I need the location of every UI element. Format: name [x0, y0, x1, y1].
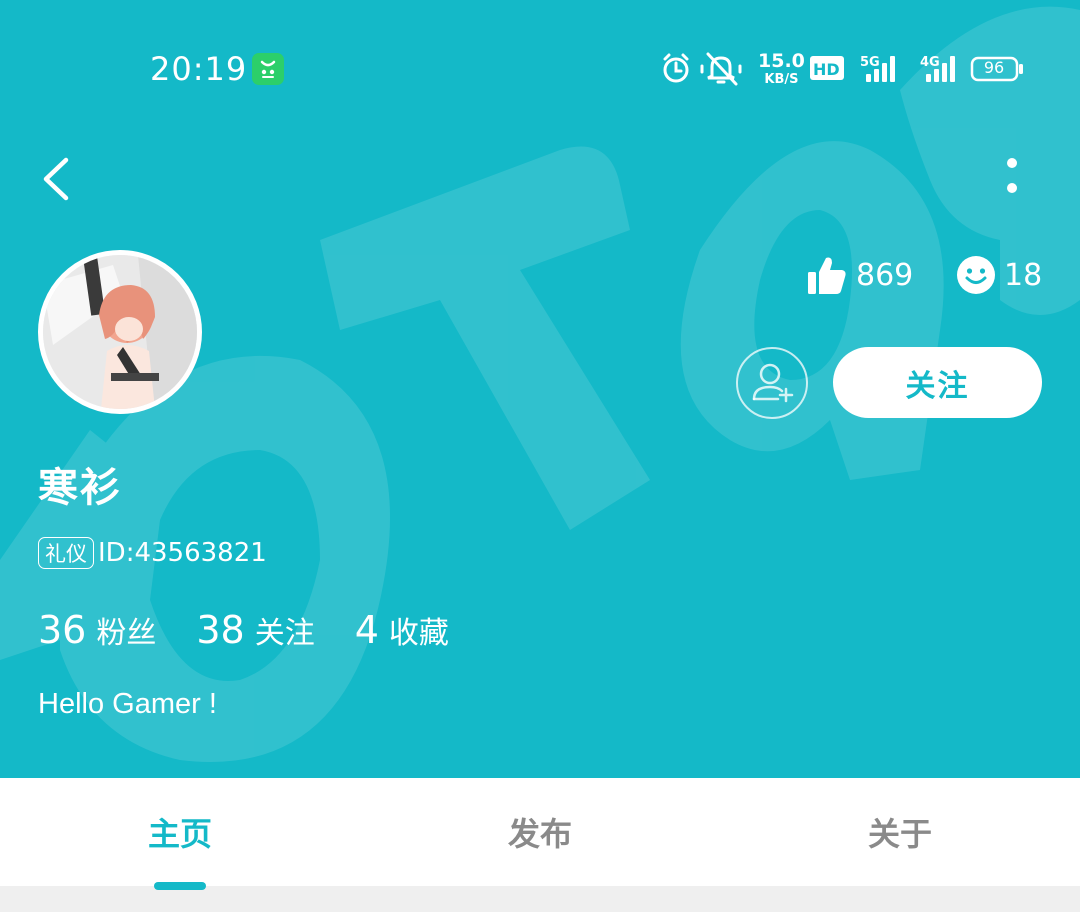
4g-signal-icon: 4G: [920, 55, 955, 82]
back-button[interactable]: [36, 150, 80, 208]
smiles-stat: 18: [956, 252, 1042, 298]
mute-icon: [700, 52, 742, 86]
likes-stat: 869: [806, 252, 913, 298]
more-options-button[interactable]: [995, 150, 1029, 210]
count-label: 关注: [254, 616, 315, 651]
more-vertical-icon: [1007, 158, 1017, 193]
follow-button[interactable]: 关注: [833, 347, 1042, 418]
follow-counts: 36 粉丝 38 关注 4 收藏: [38, 608, 489, 658]
favorites-count-item[interactable]: 4 收藏: [355, 608, 449, 652]
profile-tabbar: 主页 发布 关于: [0, 778, 1080, 886]
count-number: 4: [354, 608, 379, 652]
speed-value: 15.0: [758, 50, 805, 72]
user-id: ID:43563821: [98, 538, 267, 568]
user-tag-badge[interactable]: 礼仪: [38, 537, 94, 569]
likes-count: 869: [856, 257, 914, 293]
svg-text:5G: 5G: [860, 55, 880, 70]
count-number: 36: [38, 608, 87, 652]
chevron-left-icon: [43, 157, 69, 201]
avatar-image: [43, 255, 197, 409]
count-label: 粉丝: [96, 616, 157, 651]
svg-text:HD: HD: [813, 60, 840, 79]
status-time: 20:19: [150, 50, 248, 88]
5g-signal-icon: 5G: [860, 55, 895, 82]
network-speed: 15.0 KB/S: [758, 50, 805, 87]
tab-posts[interactable]: 发布: [360, 778, 720, 886]
user-tag-row: 礼仪 ID:43563821: [38, 536, 267, 570]
user-bio: Hello Gamer !: [38, 688, 217, 720]
username: 寒衫: [38, 465, 122, 511]
thumbs-up-icon: [808, 257, 846, 294]
active-tab-indicator: [154, 882, 206, 890]
add-friend-button[interactable]: [736, 347, 808, 419]
wechat-icon: [252, 53, 284, 85]
followers-count-item[interactable]: 36 粉丝: [38, 608, 156, 652]
profile-header: 20:19 HD 5G 4G 15.0 KB/S 96 869 18 关注 寒衫…: [0, 0, 1080, 778]
smiles-count: 18: [1004, 257, 1043, 293]
add-user-icon: [752, 363, 794, 403]
battery-level: 96: [983, 58, 1005, 77]
tab-home[interactable]: 主页: [0, 778, 360, 886]
avatar[interactable]: [38, 250, 202, 414]
tab-about[interactable]: 关于: [720, 778, 1080, 886]
alarm-icon: [663, 53, 689, 83]
svg-text:4G: 4G: [920, 55, 940, 70]
following-count-item[interactable]: 38 关注: [196, 608, 314, 652]
smile-icon: [957, 256, 995, 294]
count-label: 收藏: [388, 616, 449, 651]
speed-unit: KB/S: [764, 72, 799, 87]
count-number: 38: [196, 608, 245, 652]
hd-icon: HD: [810, 56, 844, 80]
